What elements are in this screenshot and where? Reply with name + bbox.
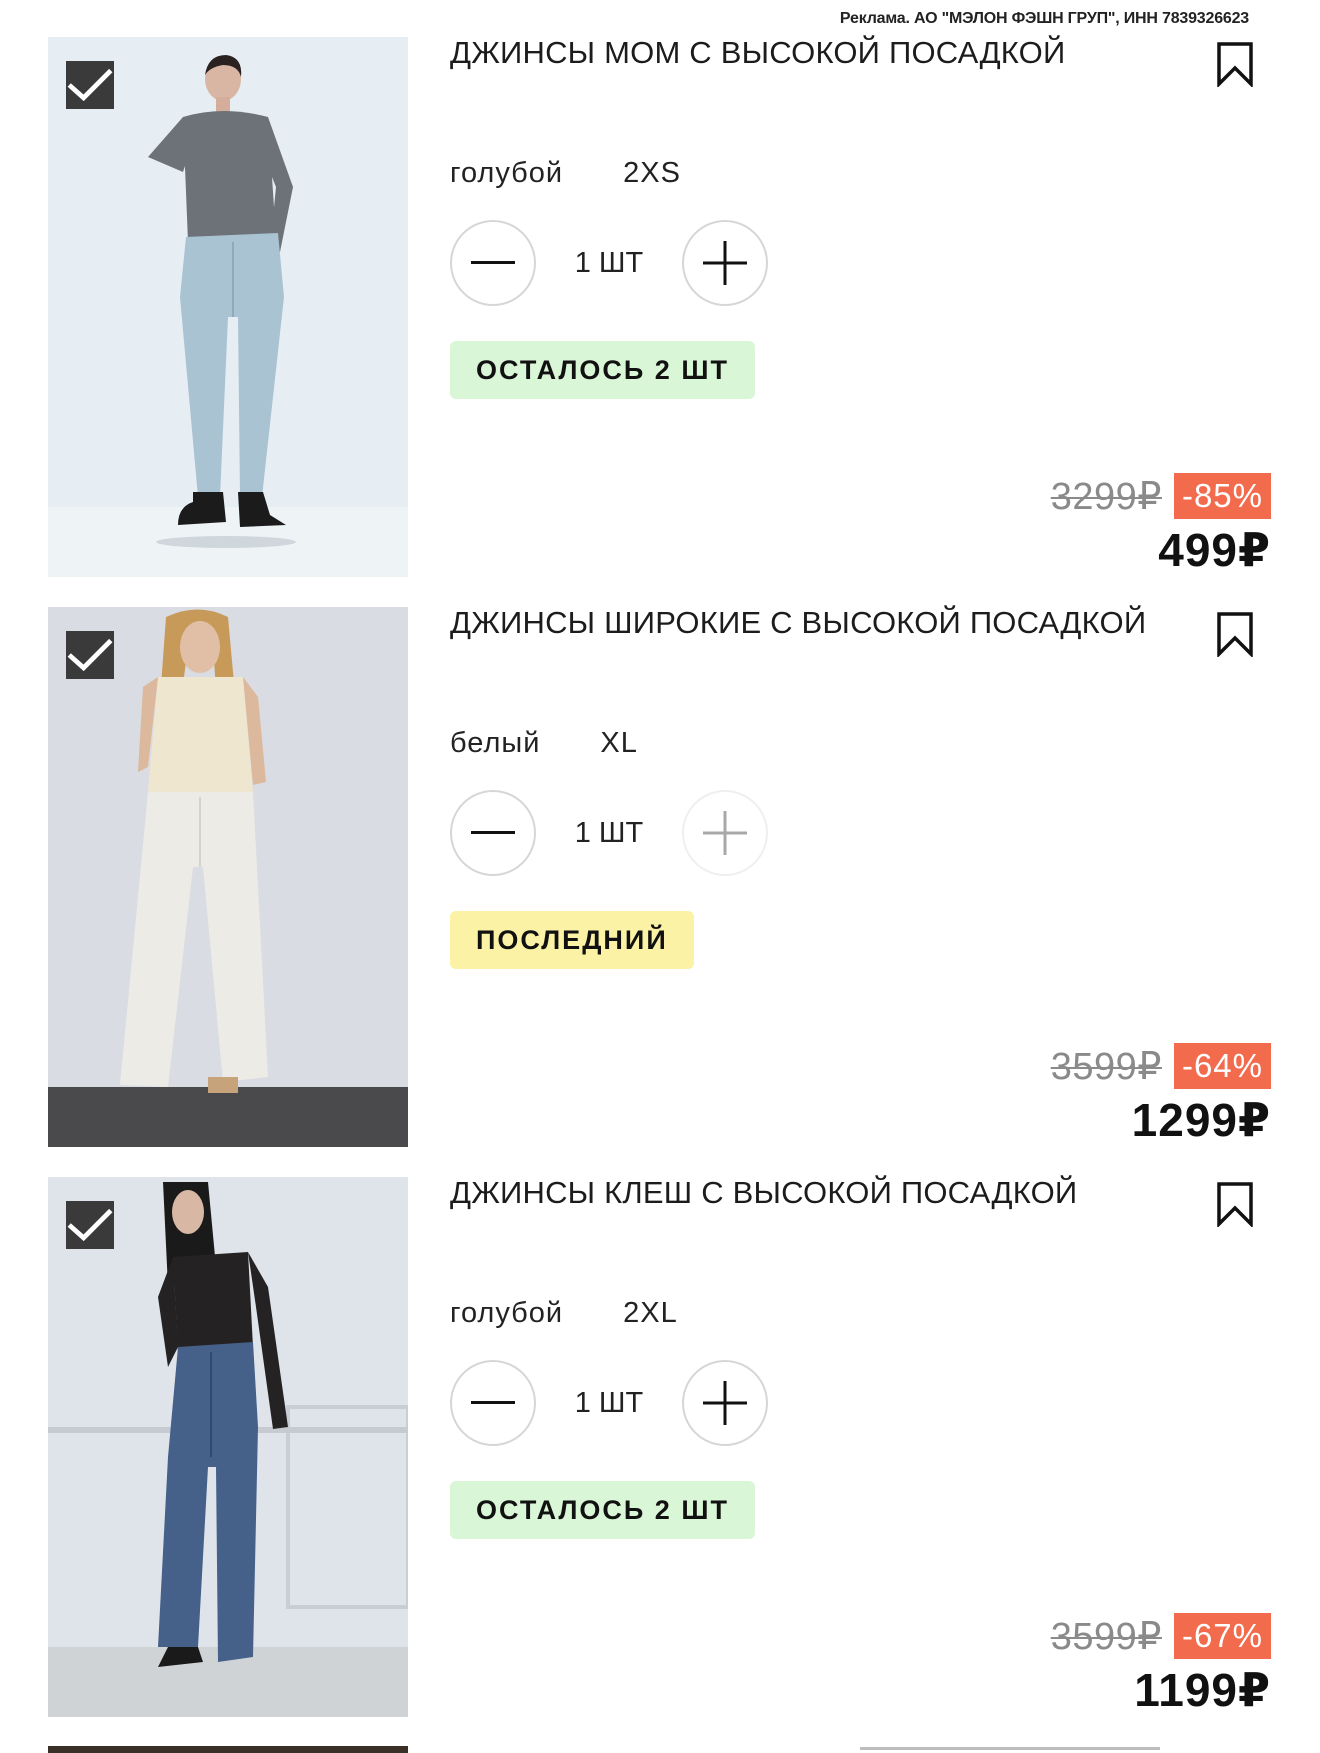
- product-size: XL: [600, 727, 638, 759]
- next-product-image[interactable]: [48, 1746, 408, 1753]
- cart-item: ДЖИНСЫ МОМ С ВЫСОКОЙ ПОСАДКОЙ голубой 2XS…: [0, 35, 1320, 577]
- ad-disclaimer: Реклама. АО "МЭЛОН ФЭШН ГРУП", ИНН 78393…: [839, 10, 1249, 27]
- decrease-quantity-button[interactable]: [450, 220, 536, 306]
- old-price: 3299₽: [1050, 475, 1162, 518]
- plus-icon: [703, 811, 747, 855]
- stock-badge: ПОСЛЕДНИЙ: [450, 911, 694, 969]
- quantity-value: 1 ШТ: [574, 247, 644, 279]
- select-checkbox[interactable]: [66, 1201, 114, 1249]
- product-options: голубой 2XS: [450, 157, 681, 190]
- discount-badge: -64%: [1173, 1043, 1271, 1089]
- price-block: 3599₽ -64% 1299₽: [1051, 1043, 1271, 1147]
- stock-badge: ОСТАЛОСЬ 2 ШТ: [450, 341, 755, 399]
- plus-icon: [703, 1381, 747, 1425]
- cart-item: ДЖИНСЫ КЛЕШ С ВЫСОКОЙ ПОСАДКОЙ голубой 2X…: [0, 1175, 1320, 1717]
- quantity-stepper: 1 ШТ: [450, 1360, 770, 1450]
- minus-icon: [471, 261, 515, 264]
- select-checkbox[interactable]: [66, 631, 114, 679]
- price-block: 3299₽ -85% 499₽: [1051, 473, 1271, 577]
- select-checkbox[interactable]: [66, 61, 114, 109]
- plus-icon: [703, 241, 747, 285]
- increase-quantity-button[interactable]: [682, 1360, 768, 1446]
- bookmark-icon[interactable]: [1216, 1181, 1254, 1227]
- product-color: голубой: [450, 1297, 564, 1329]
- quantity-stepper: 1 ШТ: [450, 220, 770, 310]
- old-price: 3599₽: [1050, 1615, 1162, 1658]
- increase-quantity-button[interactable]: [682, 220, 768, 306]
- quantity-stepper: 1 ШТ: [450, 790, 770, 880]
- increase-quantity-button[interactable]: [682, 790, 768, 876]
- current-price: 499₽: [1158, 524, 1271, 576]
- cart-item: ДЖИНСЫ ШИРОКИЕ С ВЫСОКОЙ ПОСАДКОЙ белый X…: [0, 605, 1320, 1147]
- product-image[interactable]: [48, 37, 408, 577]
- product-title[interactable]: ДЖИНСЫ КЛЕШ С ВЫСОКОЙ ПОСАДКОЙ: [450, 1175, 1077, 1211]
- product-options: голубой 2XL: [450, 1297, 678, 1330]
- bookmark-icon[interactable]: [1216, 41, 1254, 87]
- product-size: 2XL: [623, 1297, 678, 1329]
- price-block: 3599₽ -67% 1199₽: [1051, 1613, 1271, 1717]
- quantity-value: 1 ШТ: [574, 1387, 644, 1419]
- checkmark-icon: [67, 1208, 113, 1242]
- checkmark-icon: [67, 68, 113, 102]
- product-color: белый: [450, 727, 541, 759]
- current-price: 1299₽: [1131, 1094, 1271, 1146]
- old-price: 3599₽: [1050, 1045, 1162, 1088]
- decrease-quantity-button[interactable]: [450, 790, 536, 876]
- quantity-value: 1 ШТ: [574, 817, 644, 849]
- bookmark-icon[interactable]: [1216, 611, 1254, 657]
- product-image[interactable]: [48, 607, 408, 1147]
- product-image[interactable]: [48, 1177, 408, 1717]
- discount-badge: -67%: [1173, 1613, 1271, 1659]
- product-title[interactable]: ДЖИНСЫ ШИРОКИЕ С ВЫСОКОЙ ПОСАДКОЙ: [450, 605, 1146, 641]
- product-title[interactable]: ДЖИНСЫ МОМ С ВЫСОКОЙ ПОСАДКОЙ: [450, 35, 1065, 71]
- discount-badge: -85%: [1173, 473, 1271, 519]
- current-price: 1199₽: [1134, 1664, 1271, 1716]
- product-size: 2XS: [623, 157, 681, 189]
- decrease-quantity-button[interactable]: [450, 1360, 536, 1446]
- minus-icon: [471, 1401, 515, 1404]
- minus-icon: [471, 831, 515, 834]
- product-color: голубой: [450, 157, 564, 189]
- stock-badge: ОСТАЛОСЬ 2 ШТ: [450, 1481, 755, 1539]
- next-product-title-fragment: [860, 1747, 1160, 1750]
- product-options: белый XL: [450, 727, 638, 760]
- checkmark-icon: [67, 638, 113, 672]
